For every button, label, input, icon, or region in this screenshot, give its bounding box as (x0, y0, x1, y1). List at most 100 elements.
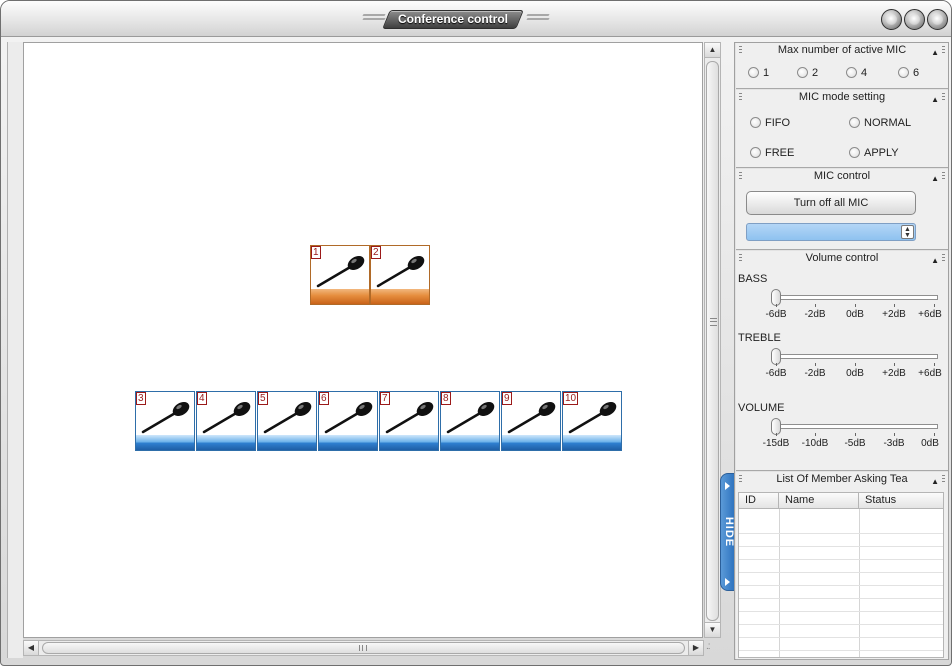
column-header-id[interactable]: ID (739, 493, 779, 509)
collapse-up-icon[interactable]: ▲ (931, 171, 939, 186)
volume-tick-label: -15dB (762, 438, 790, 449)
panel-mic-control: MIC control ▲ Turn off all MIC ▲ ▼ (736, 169, 948, 250)
volume-tick-label: 0dB (921, 438, 939, 449)
radio-circle-icon (797, 67, 808, 78)
radio-max-mic-6[interactable]: 6 (898, 67, 919, 79)
panel-header[interactable]: List Of Member Asking Tea ▲ (736, 472, 948, 488)
slider-tick (776, 433, 777, 436)
table-row (739, 587, 943, 599)
grip-icon (710, 318, 717, 326)
drag-grip-icon[interactable] (942, 172, 945, 181)
radio-circle-icon (849, 147, 860, 158)
collapse-up-icon[interactable]: ▲ (931, 253, 939, 268)
drag-grip-icon[interactable] (942, 46, 945, 55)
resize-grip-icon[interactable]: .: (706, 642, 720, 656)
slider-tick (934, 433, 935, 436)
bass-tick-label: +6dB (918, 309, 942, 320)
left-frame-edge (7, 42, 23, 658)
microphone-icon (507, 402, 556, 434)
seating-canvas[interactable]: 1 2 3 4 5 6 7 8 9 10 (23, 42, 703, 638)
mic-tile-9[interactable]: 9 (501, 391, 561, 451)
mic-tile-1[interactable]: 1 (310, 245, 370, 305)
mic-tile-7[interactable]: 7 (379, 391, 439, 451)
mic-tile-8[interactable]: 8 (440, 391, 500, 451)
drag-grip-icon[interactable] (942, 475, 945, 484)
treble-slider-track[interactable] (776, 354, 938, 359)
mic-tile-6[interactable]: 6 (318, 391, 378, 451)
radio-max-mic-1[interactable]: 1 (748, 67, 769, 79)
turn-off-all-mic-button[interactable]: Turn off all MIC (746, 191, 916, 215)
slider-tick (776, 304, 777, 307)
close-button[interactable] (927, 9, 948, 30)
column-header-status[interactable]: Status (859, 493, 943, 509)
drag-grip-icon[interactable] (739, 475, 742, 484)
horizontal-scrollbar[interactable]: ◀ ▶ (23, 640, 704, 656)
table-row (739, 600, 943, 612)
scroll-down-icon[interactable]: ▼ (705, 622, 720, 637)
column-header-name[interactable]: Name (779, 493, 859, 509)
drag-grip-icon[interactable] (942, 93, 945, 102)
scroll-up-icon[interactable]: ▲ (705, 43, 720, 58)
bass-label: BASS (738, 273, 768, 285)
mic-tile-5[interactable]: 5 (257, 391, 317, 451)
radio-max-mic-2[interactable]: 2 (797, 67, 818, 79)
vertical-scroll-thumb[interactable] (706, 61, 719, 621)
horizontal-scroll-thumb[interactable] (42, 642, 685, 654)
microphone-icon (263, 402, 312, 434)
mic-tile-10[interactable]: 10 (562, 391, 622, 451)
volume-slider-track[interactable] (776, 424, 938, 429)
mic-select-dropdown[interactable]: ▲ ▼ (746, 223, 916, 241)
drag-grip-icon[interactable] (942, 254, 945, 263)
panel-max-active-mic: Max number of active MIC ▲ 1 2 4 6 (736, 43, 948, 89)
slider-tick (855, 363, 856, 366)
scroll-right-icon[interactable]: ▶ (688, 641, 703, 655)
mic-tile-3[interactable]: 3 (135, 391, 195, 451)
radio-mode-fifo[interactable]: FIFO (750, 117, 790, 129)
panel-header[interactable]: MIC mode setting ▲ (736, 90, 948, 106)
microphone-icon (202, 402, 251, 434)
panel-header[interactable]: Volume control ▲ (736, 251, 948, 267)
panel-mic-mode: MIC mode setting ▲ FIFO NORMAL FREE APPL… (736, 90, 948, 168)
collapse-up-icon[interactable]: ▲ (931, 92, 939, 107)
drag-grip-icon[interactable] (739, 46, 742, 55)
panel-member-list: List Of Member Asking Tea ▲ ID Name Stat… (736, 472, 948, 660)
hide-panel-tab[interactable]: HIDE (720, 473, 735, 591)
chairman-status-bar (371, 289, 429, 304)
radio-max-mic-4[interactable]: 4 (846, 67, 867, 79)
drag-grip-icon[interactable] (739, 172, 742, 181)
scroll-left-icon[interactable]: ◀ (24, 641, 39, 655)
slider-tick (894, 363, 895, 366)
maximize-button[interactable] (904, 9, 925, 30)
title-bar[interactable]: Conference control (1, 1, 951, 37)
collapse-up-icon[interactable]: ▲ (931, 45, 939, 60)
mic-tile-4[interactable]: 4 (196, 391, 256, 451)
member-list-table[interactable]: ID Name Status (738, 492, 944, 658)
chairman-status-bar (311, 289, 369, 304)
table-row (739, 561, 943, 573)
radio-label: 4 (861, 67, 868, 79)
radio-circle-icon (846, 67, 857, 78)
radio-label: APPLY (864, 147, 899, 159)
slider-tick (934, 363, 935, 366)
slider-tick (894, 304, 895, 307)
radio-circle-icon (750, 117, 761, 128)
mic-tile-2[interactable]: 2 (370, 245, 430, 305)
bass-slider-track[interactable] (776, 295, 938, 300)
microphone-icon (376, 256, 425, 288)
spinner-arrows-icon[interactable]: ▲ ▼ (901, 225, 914, 239)
radio-mode-normal[interactable]: NORMAL (849, 117, 911, 129)
minimize-button[interactable] (881, 9, 902, 30)
delegate-status-bar (197, 435, 255, 450)
collapse-up-icon[interactable]: ▲ (931, 474, 939, 489)
microphone-icon (316, 256, 365, 288)
radio-mode-free[interactable]: FREE (750, 147, 794, 159)
drag-grip-icon[interactable] (739, 254, 742, 263)
vertical-scrollbar[interactable]: ▲ ▼ (704, 42, 721, 638)
panel-header[interactable]: MIC control ▲ (736, 169, 948, 185)
panel-header[interactable]: Max number of active MIC ▲ (736, 43, 948, 59)
panel-title: MIC mode setting (798, 91, 886, 103)
table-row (739, 574, 943, 586)
drag-grip-icon[interactable] (739, 93, 742, 102)
radio-mode-apply[interactable]: APPLY (849, 147, 899, 159)
volume-tick-label: -3dB (883, 438, 905, 449)
